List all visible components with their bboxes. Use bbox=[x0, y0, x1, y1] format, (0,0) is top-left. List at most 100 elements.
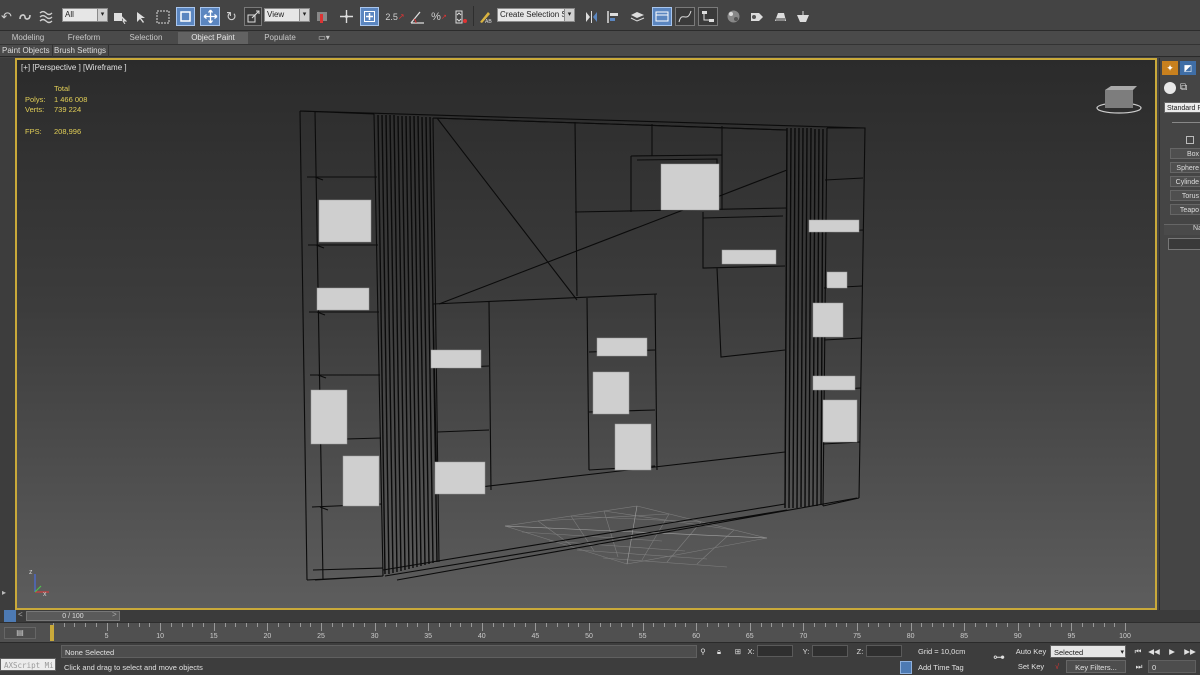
link-icon[interactable] bbox=[17, 7, 33, 26]
go-to-start-icon[interactable]: ⏮ bbox=[1132, 645, 1144, 658]
render-setup-icon[interactable] bbox=[747, 7, 767, 26]
selection-lock-icon[interactable]: 🔒︎ bbox=[714, 645, 724, 658]
add-time-tag[interactable]: Add Time Tag bbox=[915, 661, 985, 674]
track-bar[interactable]: ▤ 5 10 15 20 25 30 35 40 45 50 55 60 65 70 75 80 85 90 95 1… bbox=[0, 622, 1200, 642]
tab-freeform[interactable]: Freeform bbox=[58, 32, 110, 44]
curve-editor-toggle-icon[interactable]: ▤ bbox=[4, 627, 36, 639]
perspective-viewport[interactable]: x z [+] [Perspective ] [Wireframe ] Tota… bbox=[15, 58, 1157, 610]
set-key-button[interactable]: Set Key bbox=[1014, 660, 1048, 673]
tab-selection[interactable]: Selection bbox=[118, 32, 174, 44]
key-tangent-icon[interactable]: √ bbox=[1050, 660, 1064, 673]
autogrid-checkbox[interactable] bbox=[1186, 136, 1194, 144]
previous-key-icon[interactable]: ◀◀ bbox=[1148, 645, 1160, 658]
bind-spacewarp-icon[interactable] bbox=[38, 7, 56, 26]
timeline-tick bbox=[1060, 623, 1062, 627]
keyboard-shortcut-override-icon[interactable] bbox=[360, 7, 379, 26]
wireframe-scene[interactable]: x z bbox=[17, 60, 1157, 610]
current-frame-marker[interactable] bbox=[50, 625, 54, 641]
manipulate-icon[interactable] bbox=[337, 7, 355, 26]
timeline-ruler[interactable]: 5 10 15 20 25 30 35 40 45 50 55 60 65 70 75 80 85 90 95 100 bbox=[53, 623, 1131, 643]
layer-explorer-icon[interactable] bbox=[628, 7, 646, 26]
time-tag-icon[interactable] bbox=[900, 661, 912, 674]
play-icon[interactable]: ▶ bbox=[1166, 645, 1178, 658]
key-mode-dropdown[interactable]: Selected ▾ bbox=[1050, 645, 1126, 658]
selection-filter-dropdown[interactable]: All ▾ bbox=[62, 8, 108, 22]
render-icon[interactable] bbox=[793, 7, 813, 26]
viewcube-icon[interactable] bbox=[1096, 86, 1142, 114]
timeline-tick bbox=[181, 623, 183, 627]
shapes-icon[interactable]: ⧉ bbox=[1180, 82, 1187, 93]
isolate-selection-icon[interactable]: ⚲ bbox=[698, 645, 708, 658]
viewport-label[interactable]: [+] [Perspective ] [Wireframe ] bbox=[21, 63, 127, 72]
create-tab-icon[interactable]: ✦ bbox=[1162, 61, 1178, 75]
next-frame-icon[interactable]: > bbox=[112, 610, 117, 619]
rect-selection-icon[interactable] bbox=[154, 7, 172, 26]
mirror-icon[interactable] bbox=[582, 7, 600, 26]
command-panel: ✦ ◩ ⧉ Standard P Box Sphere Cylinde Toru… bbox=[1159, 58, 1200, 610]
key-icon[interactable]: ⊶ bbox=[988, 651, 1010, 664]
percent-snap-icon[interactable]: % ↗ bbox=[430, 7, 448, 26]
name-color-rollout[interactable]: Na bbox=[1164, 224, 1200, 235]
named-selection-dropdown[interactable]: Create Selection Se ▾ bbox=[497, 8, 575, 22]
primitive-type-dropdown[interactable]: Standard P bbox=[1164, 102, 1200, 113]
tab-populate[interactable]: Populate bbox=[252, 32, 308, 44]
sphere-button[interactable]: Sphere bbox=[1170, 162, 1200, 173]
timeline-tick-label: 40 bbox=[477, 633, 486, 640]
time-slider[interactable]: 0 / 100 bbox=[26, 611, 120, 621]
geometry-icon[interactable] bbox=[1164, 82, 1176, 94]
modify-tab-icon[interactable]: ◩ bbox=[1180, 61, 1196, 75]
timeline-tick bbox=[85, 623, 87, 627]
timeline-tick bbox=[331, 623, 333, 627]
spinner-snap-icon[interactable] bbox=[452, 7, 470, 26]
scene-explorer-icon[interactable] bbox=[652, 7, 672, 26]
next-key-icon[interactable]: ▶▶ bbox=[1182, 645, 1198, 658]
x-coordinate-field[interactable] bbox=[757, 645, 793, 657]
select-object-icon[interactable] bbox=[112, 7, 128, 26]
select-move-icon[interactable] bbox=[200, 7, 220, 26]
z-coordinate-field[interactable] bbox=[866, 645, 902, 657]
schematic-view-icon[interactable] bbox=[698, 7, 718, 26]
timeline-tick bbox=[642, 623, 644, 631]
snap-toggle-icon[interactable]: 2.5 ↗ bbox=[384, 7, 406, 26]
prev-frame-icon[interactable]: < bbox=[18, 610, 23, 619]
select-by-name-icon[interactable] bbox=[133, 7, 149, 26]
y-coordinate-field[interactable] bbox=[812, 645, 848, 657]
timeline-tick-label: 35 bbox=[424, 633, 433, 640]
align-icon[interactable] bbox=[604, 7, 622, 26]
angle-snap-icon[interactable] bbox=[408, 7, 426, 26]
curve-editor-icon[interactable] bbox=[675, 7, 695, 26]
teapot-button[interactable]: Teapo bbox=[1170, 204, 1200, 215]
pivot-icon[interactable] bbox=[313, 7, 331, 26]
timeline-tick-label: 25 bbox=[317, 633, 325, 640]
ref-coord-dropdown[interactable]: View ▾ bbox=[264, 8, 310, 22]
mini-listener-icon[interactable] bbox=[4, 610, 16, 622]
paint-objects-button[interactable]: Paint Objects bbox=[0, 45, 53, 57]
rendered-frame-icon[interactable] bbox=[770, 7, 790, 26]
ribbon-options-icon[interactable]: ▭▾ bbox=[312, 32, 336, 44]
undo-icon[interactable]: ↶ bbox=[0, 7, 13, 26]
key-filters-button[interactable]: Key Filters... bbox=[1066, 660, 1126, 673]
expand-icon[interactable]: ▸ bbox=[2, 588, 6, 597]
timeline-tick-label: 70 bbox=[799, 633, 808, 640]
key-mode-toggle-icon[interactable]: ⏭ bbox=[1132, 660, 1146, 673]
material-editor-icon[interactable] bbox=[723, 7, 743, 26]
cylinder-button[interactable]: Cylinde bbox=[1170, 176, 1200, 187]
tab-modeling[interactable]: Modeling bbox=[4, 32, 52, 44]
window-crossing-icon[interactable] bbox=[176, 7, 195, 26]
prompt-line: Click and drag to select and move object… bbox=[64, 663, 203, 672]
timeline-tick bbox=[342, 623, 344, 627]
edit-named-selection-icon[interactable]: ABC bbox=[476, 7, 494, 26]
absolute-mode-icon[interactable]: ⊞ bbox=[732, 645, 744, 658]
select-scale-icon[interactable] bbox=[244, 7, 262, 26]
current-frame-field[interactable]: 0 bbox=[1148, 660, 1196, 673]
object-name-field[interactable] bbox=[1168, 238, 1200, 250]
torus-button[interactable]: Torus bbox=[1170, 190, 1200, 201]
maxscript-listener[interactable]: AXScript Mi bbox=[0, 658, 56, 671]
box-button[interactable]: Box bbox=[1170, 148, 1200, 159]
svg-text:z: z bbox=[29, 569, 33, 576]
brush-settings-button[interactable]: Brush Settings bbox=[52, 45, 110, 57]
viewport-layout-tab[interactable]: ▸ bbox=[0, 58, 15, 610]
tab-object-paint[interactable]: Object Paint bbox=[178, 32, 248, 44]
select-rotate-icon[interactable]: ↻ bbox=[223, 7, 240, 26]
auto-key-button[interactable]: Auto Key bbox=[1014, 645, 1048, 658]
